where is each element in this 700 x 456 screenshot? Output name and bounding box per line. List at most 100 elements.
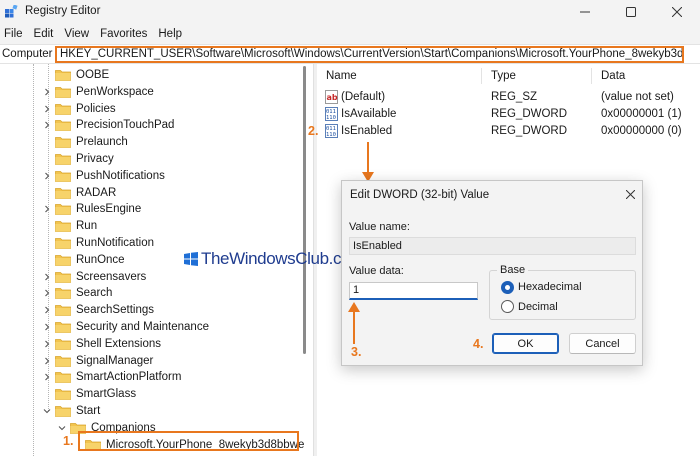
tree-item[interactable]: Start <box>0 403 300 420</box>
folder-icon <box>55 120 71 132</box>
folder-icon <box>55 372 71 384</box>
tree-item-label: RulesEngine <box>76 203 142 216</box>
tree-item[interactable]: Search <box>0 285 300 302</box>
chevron-right-icon[interactable] <box>42 171 52 181</box>
chevron-right-icon[interactable] <box>42 104 52 114</box>
value-name-label: Value name: <box>349 221 410 233</box>
dialog-close-button[interactable] <box>622 186 638 202</box>
value-data-input[interactable]: 1 <box>349 282 478 300</box>
tree-item-label: RADAR <box>76 186 117 199</box>
chevron-right-icon[interactable] <box>42 305 52 315</box>
column-separator[interactable] <box>591 68 592 84</box>
tree-item[interactable]: OOBE <box>0 67 300 84</box>
menu-favorites[interactable]: Favorites <box>100 28 147 40</box>
watermark-text: TheWindowsClub.com <box>201 249 364 268</box>
tree-item[interactable]: SmartGlass <box>0 386 300 403</box>
folder-icon <box>55 305 71 317</box>
address-root-label: Computer <box>2 48 53 60</box>
tree-item[interactable]: RulesEngine <box>0 201 300 218</box>
tree-item-label: Security and Maintenance <box>76 321 209 333</box>
chevron-right-icon[interactable] <box>42 120 52 130</box>
tree-item[interactable]: Policies <box>0 101 300 118</box>
tree-item[interactable]: Screensavers <box>0 269 300 286</box>
tree-item-label: Policies <box>76 102 116 115</box>
tree-item[interactable]: PenWorkspace <box>0 84 300 101</box>
chevron-right-icon[interactable] <box>42 356 52 366</box>
column-header-type[interactable]: Type <box>491 70 516 82</box>
radio-decimal-label[interactable]: Decimal <box>518 301 558 313</box>
tree-item-label: Prelaunch <box>76 136 128 149</box>
chevron-right-icon[interactable] <box>42 288 52 298</box>
value-type: REG_DWORD <box>491 108 568 120</box>
maximize-button[interactable] <box>608 0 654 24</box>
folder-icon <box>55 187 71 199</box>
tree-item[interactable]: RADAR <box>0 185 300 202</box>
tree-scrollbar-thumb[interactable] <box>303 66 306 354</box>
tree-item-label: SmartActionPlatform <box>76 371 182 384</box>
tree-item-label: Search <box>76 287 113 300</box>
svg-text:110: 110 <box>326 115 336 121</box>
address-path[interactable]: HKEY_CURRENT_USER\Software\Microsoft\Win… <box>55 46 684 63</box>
value-row[interactable]: ab (Default) REG_SZ (value not set) <box>317 89 700 106</box>
close-window-button[interactable] <box>654 0 700 24</box>
column-header-data[interactable]: Data <box>601 70 625 82</box>
tree-item-label: PrecisionTouchPad <box>76 119 175 132</box>
folder-icon <box>55 137 71 149</box>
chevron-right-icon[interactable] <box>42 204 52 214</box>
dialog-title: Edit DWORD (32-bit) Value <box>350 189 490 201</box>
menu-view[interactable]: View <box>64 28 89 40</box>
ok-button[interactable]: OK <box>492 333 559 354</box>
annotation-step-1: 1. <box>63 434 74 448</box>
tree-item-label: SearchSettings <box>76 304 154 317</box>
radio-hexadecimal-label[interactable]: Hexadecimal <box>518 281 582 293</box>
folder-icon <box>55 170 71 182</box>
value-name: IsEnabled <box>341 125 393 137</box>
value-row[interactable]: 011 110 IsAvailable REG_DWORD 0x00000001… <box>317 106 700 123</box>
folder-icon <box>55 221 71 233</box>
value-row[interactable]: 011 110 IsEnabled REG_DWORD 0x00000000 (… <box>317 123 700 140</box>
binary-value-icon: 011 110 <box>325 107 338 121</box>
menu-edit[interactable]: Edit <box>34 28 54 40</box>
folder-icon <box>55 389 71 401</box>
folder-icon <box>55 254 71 266</box>
tree-item[interactable]: PushNotifications <box>0 168 300 185</box>
tree-item[interactable]: SearchSettings <box>0 302 300 319</box>
base-group-title: Base <box>497 264 529 276</box>
chevron-right-icon[interactable] <box>42 372 52 382</box>
column-separator[interactable] <box>481 68 482 84</box>
column-header-name[interactable]: Name <box>326 70 357 82</box>
chevron-down-icon[interactable] <box>42 406 52 416</box>
menu-file[interactable]: File <box>4 28 23 40</box>
chevron-right-icon[interactable] <box>42 272 52 282</box>
chevron-right-icon[interactable] <box>42 322 52 332</box>
tree-item-label: Screensavers <box>76 270 147 283</box>
tree-item[interactable]: Privacy <box>0 151 300 168</box>
tree-item[interactable]: Security and Maintenance <box>0 319 300 336</box>
maximize-icon <box>626 7 636 17</box>
tree-item-label: SignalManager <box>76 354 154 367</box>
folder-icon <box>55 406 71 417</box>
folder-icon <box>55 238 71 249</box>
chevron-down-icon[interactable] <box>57 423 67 433</box>
radio-decimal[interactable] <box>501 300 514 313</box>
radio-hexadecimal[interactable] <box>501 281 514 294</box>
value-type: REG_DWORD <box>491 125 568 137</box>
tree-item-label: PenWorkspace <box>76 85 154 98</box>
tree-item[interactable]: PrecisionTouchPad <box>0 117 300 134</box>
folder-icon <box>55 204 71 216</box>
address-bar[interactable]: Computer HKEY_CURRENT_USER\Software\Micr… <box>0 44 700 64</box>
tree-item[interactable]: SignalManager <box>0 353 300 370</box>
tree-item[interactable]: Run <box>0 218 300 235</box>
close-icon <box>625 189 635 199</box>
menu-help[interactable]: Help <box>158 28 182 40</box>
chevron-right-icon[interactable] <box>42 339 52 349</box>
cancel-button[interactable]: Cancel <box>569 333 636 354</box>
tree-item[interactable]: SmartActionPlatform <box>0 369 300 386</box>
tree-item[interactable]: Shell Extensions <box>0 336 300 353</box>
minimize-button[interactable] <box>562 0 608 24</box>
chevron-right-icon[interactable] <box>42 87 52 97</box>
folder-icon <box>55 288 71 300</box>
folder-icon <box>55 338 71 350</box>
folder-icon <box>55 322 71 333</box>
tree-item[interactable]: Prelaunch <box>0 134 300 151</box>
